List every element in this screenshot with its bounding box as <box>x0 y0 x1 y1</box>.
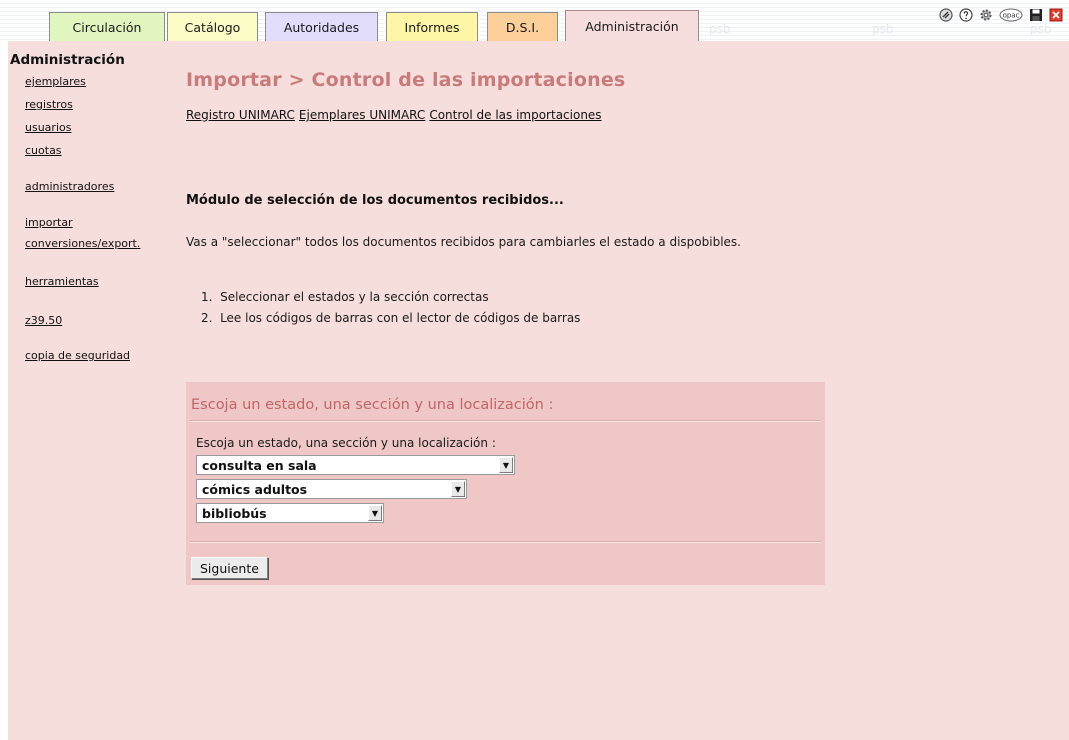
divider <box>190 420 821 422</box>
help-icon[interactable] <box>959 8 973 22</box>
menu-item-usuarios[interactable]: usuarios <box>25 121 71 134</box>
menu-item-importar[interactable]: importar <box>25 216 73 229</box>
tab-informes[interactable]: Informes <box>386 12 478 41</box>
content-area: Administración ejemplares registros usua… <box>8 41 1069 740</box>
page-title: Importar > Control de las importaciones <box>186 69 626 91</box>
breadcrumb: Registro UNIMARC Ejemplares UNIMARC Contro… <box>186 108 606 122</box>
selection-label: Escoja un estado, una sección y una loca… <box>196 436 496 450</box>
menu-item-conversiones[interactable]: conversiones/export. <box>25 237 140 250</box>
menu-item-administradores[interactable]: administradores <box>25 180 114 193</box>
link-registro-unimarc[interactable]: Registro UNIMARC <box>186 108 295 122</box>
panel-title: Escoja un estado, una sección y una loca… <box>191 397 554 413</box>
menu-item-z3950[interactable]: z39.50 <box>25 314 62 327</box>
step-text: Seleccionar el estados y la sección corr… <box>220 290 489 304</box>
selection-panel: Escoja un estado, una sección y una loca… <box>186 382 825 585</box>
estado-value: consulta en sala <box>202 457 317 473</box>
watermark-text: psb <box>709 22 731 36</box>
menu-item-copia-seguridad[interactable]: copia de seguridad <box>25 349 130 362</box>
link-control-importaciones[interactable]: Control de las importaciones <box>429 108 601 122</box>
chevron-down-icon: ▼ <box>368 505 382 521</box>
menu-item-herramientas[interactable]: herramientas <box>25 275 99 288</box>
top-tab-bar: psb psb psb Circulación Catálogo Autorid… <box>0 0 1069 41</box>
list-item: 2. Lee los códigos de barras con el lect… <box>201 311 581 325</box>
localizacion-select[interactable]: bibliobús ▼ <box>196 503 384 523</box>
localizacion-value: bibliobús <box>202 505 267 521</box>
opac-label: opac <box>1003 12 1020 20</box>
menu-title: Administración <box>10 52 125 68</box>
tools-icon[interactable] <box>939 8 953 22</box>
tab-administracion[interactable]: Administración <box>565 10 699 41</box>
list-item: 1. Seleccionar el estados y la sección c… <box>201 290 489 304</box>
module-title: Módulo de selección de los documentos re… <box>186 193 564 208</box>
seccion-value: cómics adultos <box>202 481 308 497</box>
menu-item-ejemplares[interactable]: ejemplares <box>25 75 86 88</box>
steps-list: 1. Seleccionar el estados y la sección c… <box>201 287 580 329</box>
watermark-text: psb <box>872 22 894 36</box>
tab-autoridades[interactable]: Autoridades <box>265 12 378 41</box>
menu-item-cuotas[interactable]: cuotas <box>25 144 62 157</box>
divider <box>190 541 821 543</box>
settings-icon[interactable] <box>979 8 993 22</box>
tab-catalogo[interactable]: Catálogo <box>167 12 258 41</box>
menu-item-registros[interactable]: registros <box>25 98 73 111</box>
siguiente-button[interactable]: Siguiente <box>191 557 268 579</box>
chevron-down-icon: ▼ <box>451 481 465 497</box>
link-ejemplares-unimarc[interactable]: Ejemplares UNIMARC <box>299 108 425 122</box>
tab-circulacion[interactable]: Circulación <box>49 12 165 41</box>
chevron-down-icon: ▼ <box>499 457 513 473</box>
estado-select[interactable]: consulta en sala ▼ <box>196 455 515 475</box>
watermark-text: psb <box>1030 22 1052 36</box>
toolbar-icons: opac <box>939 8 1063 22</box>
intro-text: Vas a "seleccionar" todos los documentos… <box>186 235 741 249</box>
tab-dsi[interactable]: D.S.I. <box>487 12 558 41</box>
step-text: Lee los códigos de barras con el lector … <box>220 311 581 325</box>
seccion-select[interactable]: cómics adultos ▼ <box>196 479 467 499</box>
close-icon[interactable] <box>1049 8 1063 22</box>
opac-icon[interactable]: opac <box>999 8 1023 22</box>
save-icon[interactable] <box>1029 8 1043 22</box>
